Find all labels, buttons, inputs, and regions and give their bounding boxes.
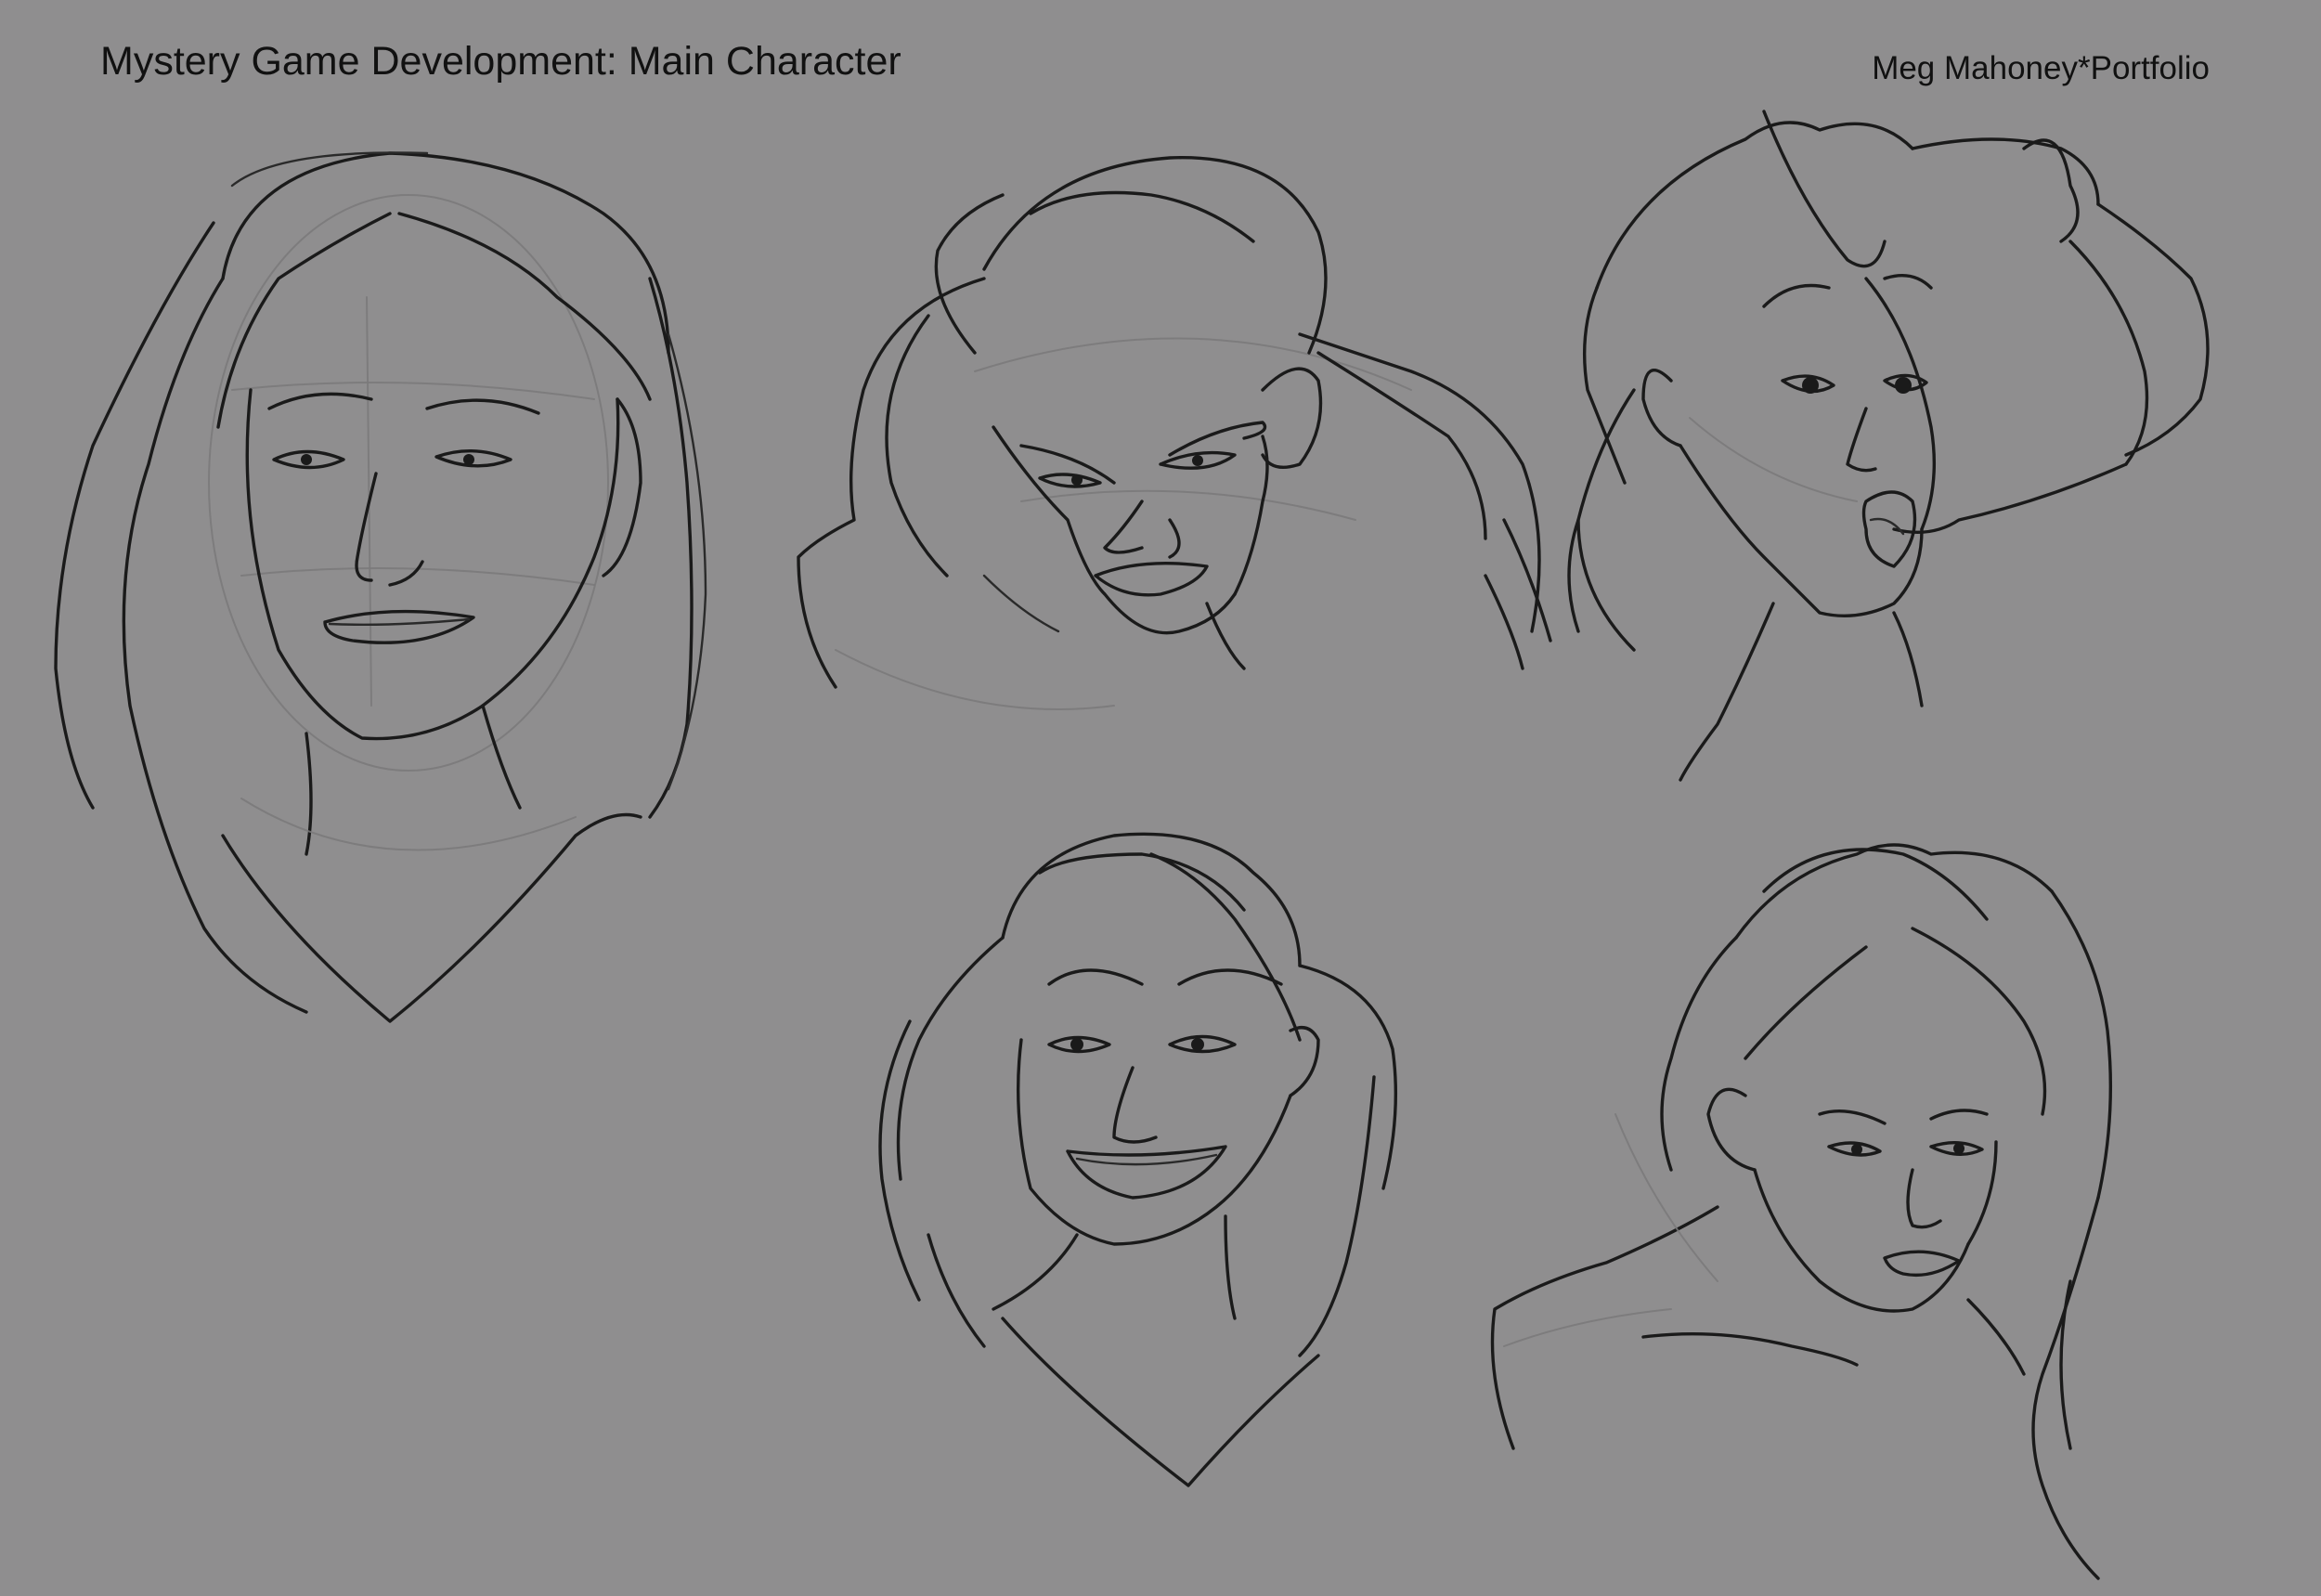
sketch-neutral-face bbox=[54, 151, 707, 1023]
sketch-angry-face bbox=[797, 156, 1552, 710]
sketch-sheet: Mystery Game Development: Main Character… bbox=[0, 0, 2321, 1596]
character-sketches bbox=[54, 110, 2210, 1580]
sketch-surprised-face bbox=[1567, 110, 2210, 782]
sketch-smug-face bbox=[878, 832, 1398, 1487]
sketch-sad-face bbox=[1490, 843, 2113, 1580]
